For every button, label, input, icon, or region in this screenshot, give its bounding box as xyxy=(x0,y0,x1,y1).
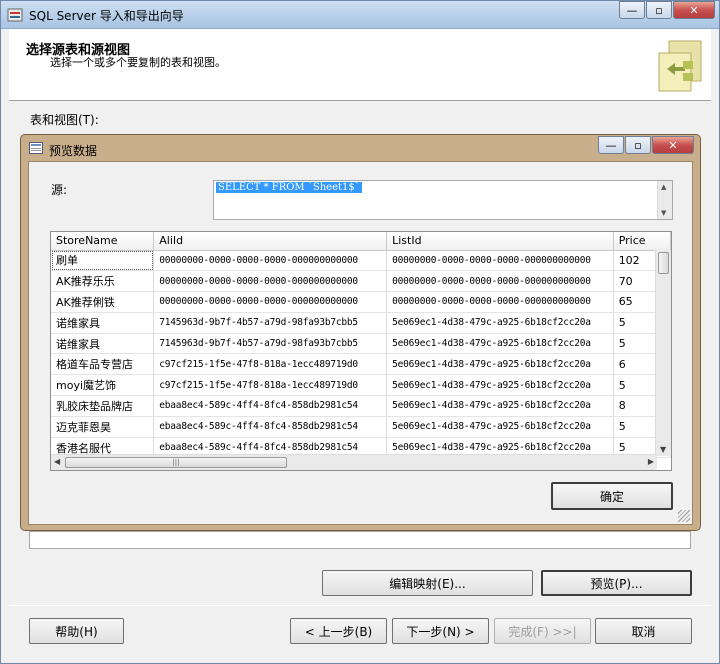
table-row[interactable]: 诺维家具 7145963d-9b7f-4b57-a79d-98fa93b7cbb5… xyxy=(51,333,671,355)
wizard-window: SQL Server 导入和导出向导 — ▫ ✕ 选择源表和源视图 选择一个或多… xyxy=(0,0,720,664)
table-cell[interactable]: 5e069ec1-4d38-479c-a925-6b18cf2cc20a xyxy=(386,416,614,438)
tables-views-label: 表和视图(T): xyxy=(30,113,99,127)
edit-mappings-button[interactable]: 编辑映射(E)... xyxy=(322,570,533,596)
page-subtitle: 选择一个或多个要复制的表和视图。 xyxy=(50,56,226,69)
preview-dialog: 预览数据 — ▫ ✕ 源: SELECT * FROM `Sheet1$` ▲ ▼ xyxy=(20,134,701,531)
separator xyxy=(9,605,711,606)
preview-grid[interactable]: StoreName AliId ListId Price 刷单 00000000-000… xyxy=(50,231,672,471)
preview-minimize-button[interactable]: — xyxy=(598,136,624,154)
window-title: SQL Server 导入和导出向导 xyxy=(29,9,184,23)
table-cell[interactable]: 5e069ec1-4d38-479c-a925-6b18cf2cc20a xyxy=(386,312,614,334)
next-button[interactable]: 下一步(N) > xyxy=(392,618,489,644)
table-cell[interactable]: 5e069ec1-4d38-479c-a925-6b18cf2cc20a xyxy=(386,395,614,417)
title-bar: SQL Server 导入和导出向导 — ▫ ✕ xyxy=(1,1,719,29)
table-cell[interactable]: 00000000-0000-0000-0000-000000000000 xyxy=(153,270,388,293)
grid-vertical-thumb[interactable] xyxy=(658,252,669,274)
table-cell[interactable]: 00000000-0000-0000-0000-000000000000 xyxy=(386,291,614,313)
table-row[interactable]: AK推荐俐铁 00000000-0000-0000-0000-0000000000… xyxy=(51,291,671,313)
table-cell[interactable]: 迈克菲恩昊 xyxy=(51,416,155,438)
preview-icon xyxy=(29,142,43,154)
preview-close-button[interactable]: ✕ xyxy=(652,136,694,154)
table-cell[interactable]: ebaa8ec4-589c-4ff4-8fc4-858db2981c54 xyxy=(153,395,388,417)
maximize-button[interactable]: ▫ xyxy=(646,1,672,19)
table-cell[interactable]: 格道车品专营店 xyxy=(51,353,155,376)
table-cell[interactable]: 诺维家具 xyxy=(51,333,155,355)
tables-list[interactable] xyxy=(29,531,691,549)
wizard-logo-icon xyxy=(658,40,702,92)
preview-title: 预览数据 xyxy=(49,144,98,158)
table-cell[interactable]: 诺维家具 xyxy=(51,312,155,334)
table-cell[interactable]: 5e069ec1-4d38-479c-a925-6b18cf2cc20a xyxy=(386,374,614,397)
table-cell[interactable]: moyi魔艺饰 xyxy=(51,374,155,397)
table-cell[interactable]: 5e069ec1-4d38-479c-a925-6b18cf2cc20a xyxy=(386,353,614,376)
table-cell[interactable]: c97cf215-1f5e-47f8-818a-1ecc489719d0 xyxy=(153,353,388,376)
preview-body: 源: SELECT * FROM `Sheet1$` ▲ ▼ StoreName A… xyxy=(28,161,693,525)
table-cell[interactable]: 00000000-0000-0000-0000-000000000000 xyxy=(386,270,614,293)
sql-text: SELECT * FROM `Sheet1$` xyxy=(216,182,362,193)
grid-horizontal-scrollbar[interactable]: ◀ ||| ▶ xyxy=(51,454,657,470)
column-header[interactable]: StoreName xyxy=(51,232,155,251)
back-button[interactable]: < 上一步(B) xyxy=(290,618,387,644)
close-button[interactable]: ✕ xyxy=(673,1,715,19)
table-cell[interactable]: 乳胶床垫品牌店 xyxy=(51,395,155,417)
table-cell[interactable]: 刷单 xyxy=(51,250,155,272)
preview-maximize-button[interactable]: ▫ xyxy=(625,136,651,154)
table-cell[interactable]: 00000000-0000-0000-0000-000000000000 xyxy=(153,291,388,313)
table-cell[interactable]: 7145963d-9b7f-4b57-a79d-98fa93b7cbb5 xyxy=(153,312,388,334)
table-row[interactable]: 迈克菲恩昊 ebaa8ec4-589c-4ff4-8fc4-858db2981c5… xyxy=(51,416,671,438)
source-label: 源: xyxy=(51,183,68,197)
table-row[interactable]: moyi魔艺饰 c97cf215-1f5e-47f8-818a-1ecc48971… xyxy=(51,374,671,397)
help-button[interactable]: 帮助(H) xyxy=(29,618,124,644)
minimize-button[interactable]: — xyxy=(619,1,645,19)
sql-textbox[interactable]: SELECT * FROM `Sheet1$` ▲ ▼ xyxy=(213,180,673,220)
table-row[interactable]: 刷单 00000000-0000-0000-0000-000000000000 00… xyxy=(51,250,671,272)
sql-server-icon xyxy=(7,8,23,22)
table-cell[interactable]: c97cf215-1f5e-47f8-818a-1ecc489719d0 xyxy=(153,374,388,397)
table-cell[interactable]: ebaa8ec4-589c-4ff4-8fc4-858db2981c54 xyxy=(153,416,388,438)
column-header[interactable]: Price xyxy=(613,232,671,251)
ok-button[interactable]: 确定 xyxy=(551,482,673,510)
table-cell[interactable]: 7145963d-9b7f-4b57-a79d-98fa93b7cbb5 xyxy=(153,333,388,355)
table-cell[interactable]: AK推荐俐铁 xyxy=(51,291,155,313)
column-header[interactable]: ListId xyxy=(386,232,614,251)
preview-title-bar: 预览数据 — ▫ ✕ xyxy=(21,135,700,161)
column-header[interactable]: AliId xyxy=(153,232,388,251)
preview-button[interactable]: 预览(P)... xyxy=(541,570,692,596)
table-row[interactable]: 格道车品专营店 c97cf215-1f5e-47f8-818a-1ecc48971… xyxy=(51,353,671,376)
table-row[interactable]: 诺维家具 7145963d-9b7f-4b57-a79d-98fa93b7cbb5… xyxy=(51,312,671,334)
table-cell[interactable]: 00000000-0000-0000-0000-000000000000 xyxy=(153,250,388,272)
table-cell[interactable]: AK推荐乐乐 xyxy=(51,270,155,293)
sql-scrollbar[interactable]: ▲ ▼ xyxy=(657,181,672,219)
table-row[interactable]: 乳胶床垫品牌店 ebaa8ec4-589c-4ff4-8fc4-858db2981… xyxy=(51,395,671,417)
table-row[interactable]: AK推荐乐乐 00000000-0000-0000-0000-0000000000… xyxy=(51,270,671,293)
table-cell[interactable]: 00000000-0000-0000-0000-000000000000 xyxy=(386,250,614,272)
table-cell[interactable]: 5e069ec1-4d38-479c-a925-6b18cf2cc20a xyxy=(386,333,614,355)
page-header: 选择源表和源视图 选择一个或多个要复制的表和视图。 xyxy=(9,29,711,101)
finish-button[interactable]: 完成(F) >>| xyxy=(494,618,591,644)
grid-horizontal-thumb[interactable]: ||| xyxy=(65,457,287,468)
cancel-button[interactable]: 取消 xyxy=(595,618,692,644)
resize-grip[interactable] xyxy=(678,510,690,522)
grid-vertical-scrollbar[interactable]: ▼ xyxy=(655,250,671,456)
